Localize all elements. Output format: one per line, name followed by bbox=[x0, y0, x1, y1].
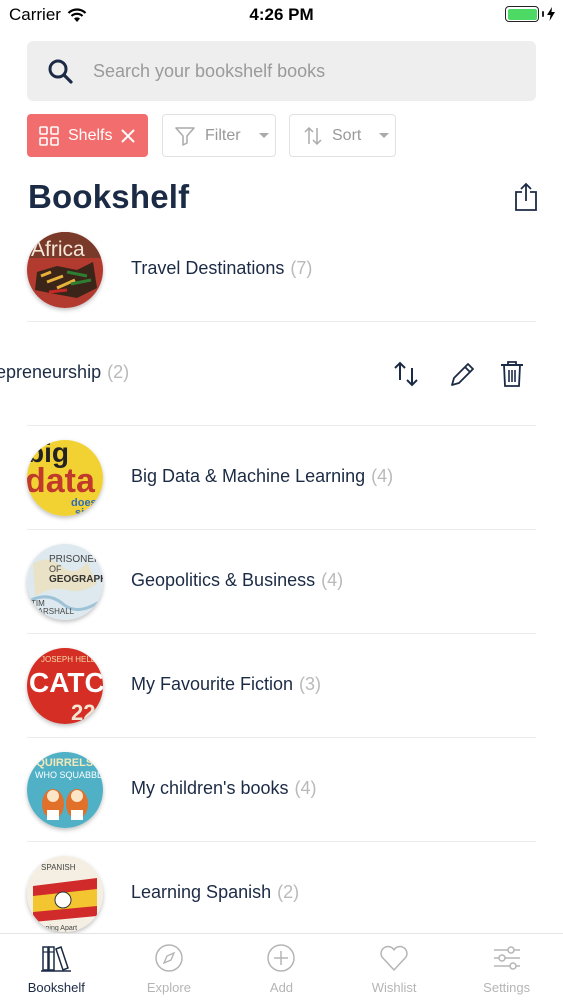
svg-text:GEOGRAPHY: GEOGRAPHY bbox=[49, 574, 103, 585]
tab-label: Add bbox=[269, 980, 294, 995]
shelf-name: Geopolitics & Business bbox=[131, 570, 316, 590]
svg-text:MARSHALL: MARSHALL bbox=[31, 607, 75, 616]
tab-label: Bookshelf bbox=[27, 980, 85, 995]
svg-text:SPANISH: SPANISH bbox=[41, 863, 76, 872]
cover-text: Africa bbox=[31, 238, 85, 261]
shelf-row-geopolitics[interactable]: PRISONERS OF GEOGRAPHY TIM MARSHALL Geop… bbox=[0, 530, 563, 634]
shelf-label: My Favourite Fiction (3) bbox=[131, 674, 321, 695]
chevron-down-icon bbox=[379, 133, 390, 138]
tab-add[interactable]: Add bbox=[225, 934, 338, 1000]
shelf-cover-childrens: SQUIRRELS WHO SQUABBLED bbox=[27, 752, 103, 828]
shelfs-chip[interactable]: Shelfs bbox=[27, 114, 148, 157]
shelf-name: epreneurship bbox=[0, 362, 102, 382]
tab-label: Wishlist bbox=[371, 980, 417, 995]
shelf-row-learning-spanish[interactable]: SPANISH Ripping Apart Learning Spanish (2… bbox=[0, 842, 563, 946]
grid-icon bbox=[39, 125, 59, 146]
funnel-icon bbox=[175, 126, 195, 146]
tab-label: Explore bbox=[146, 980, 191, 995]
shelf-row-favourite-fiction[interactable]: JOSEPH HELLER CATCH 22 My Favourite Fict… bbox=[0, 634, 563, 738]
svg-text:SQUIRRELS: SQUIRRELS bbox=[29, 757, 93, 769]
share-icon[interactable] bbox=[514, 182, 538, 212]
filter-label: Filter bbox=[205, 126, 241, 144]
shelfs-chip-label: Shelfs bbox=[68, 126, 113, 144]
tab-explore[interactable]: Explore bbox=[113, 934, 226, 1000]
shelf-name: My children's books bbox=[131, 778, 289, 798]
shelf-row-travel-destinations[interactable]: Africa Travel Destinations (7) bbox=[0, 218, 563, 322]
svg-text:Ripping Apart: Ripping Apart bbox=[35, 925, 77, 932]
shelf-count: (7) bbox=[290, 258, 313, 278]
shelf-name: Big Data & Machine Learning bbox=[131, 466, 366, 486]
svg-text:OF: OF bbox=[49, 564, 62, 574]
clock: 4:26 PM bbox=[249, 5, 314, 24]
svg-text:WHO SQUABBLED: WHO SQUABBLED bbox=[35, 770, 103, 780]
shelf-cover-big-data: big data does size bbox=[27, 440, 103, 516]
svg-text:size: size bbox=[75, 507, 96, 516]
shelf-cover-geopolitics: PRISONERS OF GEOGRAPHY TIM MARSHALL bbox=[27, 544, 103, 620]
shelf-count: (2) bbox=[277, 882, 300, 902]
chevron-down-icon bbox=[258, 133, 269, 138]
svg-text:CATCH: CATCH bbox=[29, 667, 103, 698]
svg-text:data: data bbox=[27, 462, 96, 500]
battery-icon bbox=[505, 6, 539, 22]
reorder-icon[interactable] bbox=[393, 360, 419, 388]
status-bar: Carrier 4:26 PM bbox=[0, 0, 563, 30]
tab-settings[interactable]: Settings bbox=[450, 934, 563, 1000]
compass-icon bbox=[155, 944, 183, 972]
shelf-label: Learning Spanish (2) bbox=[131, 882, 299, 903]
search-input[interactable] bbox=[93, 41, 523, 101]
shelf-label: Travel Destinations (7) bbox=[131, 258, 312, 279]
tab-wishlist[interactable]: Wishlist bbox=[338, 934, 451, 1000]
edit-icon[interactable] bbox=[449, 360, 475, 388]
charging-icon bbox=[547, 7, 555, 21]
shelf-count: (4) bbox=[321, 570, 344, 590]
tab-label: Settings bbox=[483, 980, 531, 995]
shelf-row-big-data[interactable]: big data does size Big Data & Machine Le… bbox=[0, 426, 563, 530]
shelf-row-entrepreneurship[interactable]: epreneurship (2) bbox=[0, 322, 563, 426]
battery bbox=[505, 6, 555, 22]
plus-circle-icon bbox=[267, 944, 296, 972]
page-title: Bookshelf bbox=[28, 178, 190, 215]
close-icon[interactable] bbox=[121, 128, 136, 143]
trash-icon[interactable] bbox=[499, 360, 525, 388]
sort-label: Sort bbox=[332, 126, 362, 144]
shelf-cover-fiction: JOSEPH HELLER CATCH 22 bbox=[27, 648, 103, 724]
shelf-name: Learning Spanish bbox=[131, 882, 272, 902]
shelf-count: (2) bbox=[107, 362, 130, 382]
shelf-label: Geopolitics & Business (4) bbox=[131, 570, 343, 591]
search-icon bbox=[48, 59, 73, 84]
svg-text:JOSEPH HELLER: JOSEPH HELLER bbox=[41, 655, 103, 664]
sort-icon bbox=[304, 126, 322, 145]
tab-bar: Bookshelf Explore Add Wishlist Settings bbox=[0, 933, 563, 1000]
heart-icon bbox=[380, 945, 408, 971]
sliders-icon bbox=[493, 946, 520, 970]
sort-button[interactable]: Sort bbox=[289, 114, 396, 157]
shelf-count: (3) bbox=[299, 674, 322, 694]
shelf-cover-travel: Africa bbox=[27, 232, 103, 308]
filter-button[interactable]: Filter bbox=[162, 114, 276, 157]
shelf-count: (4) bbox=[371, 466, 394, 486]
shelf-label: My children's books (4) bbox=[131, 778, 317, 799]
shelf-name: My Favourite Fiction bbox=[131, 674, 294, 694]
svg-text:22: 22 bbox=[71, 700, 95, 724]
shelf-row-childrens-books[interactable]: SQUIRRELS WHO SQUABBLED My children's bo… bbox=[0, 738, 563, 842]
shelf-count: (4) bbox=[294, 778, 317, 798]
shelf-label: epreneurship (2) bbox=[0, 362, 129, 383]
tab-bookshelf[interactable]: Bookshelf bbox=[0, 934, 113, 1000]
search-bar[interactable] bbox=[27, 41, 536, 101]
shelf-cover-spanish: SPANISH Ripping Apart bbox=[27, 856, 103, 932]
shelf-label: Big Data & Machine Learning (4) bbox=[131, 466, 393, 487]
books-icon bbox=[41, 946, 72, 972]
shelf-name: Travel Destinations bbox=[131, 258, 285, 278]
